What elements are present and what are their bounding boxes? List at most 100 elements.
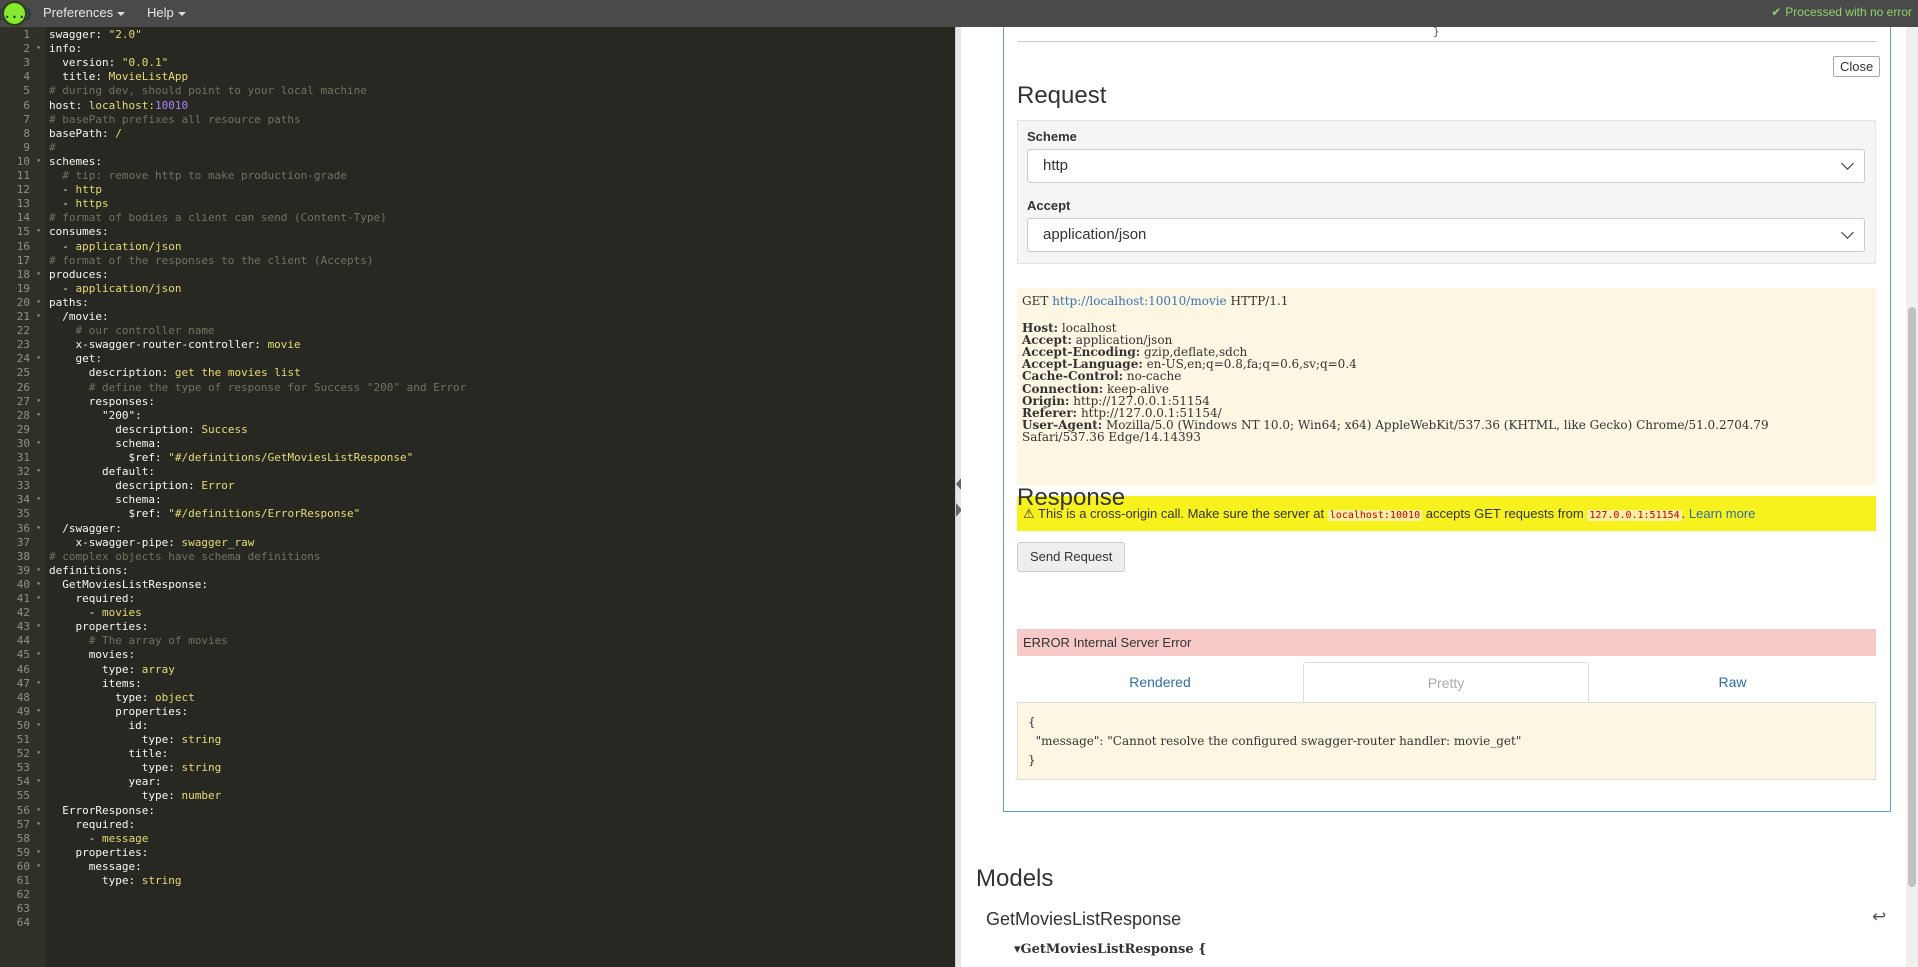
- code-line[interactable]: #: [49, 141, 56, 155]
- tab-raw[interactable]: Raw: [1589, 662, 1876, 702]
- code-line[interactable]: "200":: [49, 409, 142, 423]
- code-line[interactable]: title:: [49, 747, 168, 761]
- fold-arrow-icon[interactable]: ▾: [36, 43, 41, 52]
- fold-arrow-icon[interactable]: ▾: [36, 579, 41, 588]
- code-line[interactable]: type: object: [49, 691, 195, 705]
- code-line[interactable]: swagger: "2.0": [49, 28, 142, 42]
- model-name[interactable]: GetMoviesListResponse: [986, 909, 1181, 930]
- fold-arrow-icon[interactable]: ▾: [36, 706, 41, 715]
- code-line[interactable]: # during dev, should point to your local…: [49, 84, 367, 98]
- code-line[interactable]: # basePath prefixes all resource paths: [49, 113, 301, 127]
- code-line[interactable]: /swagger:: [49, 522, 122, 536]
- fold-arrow-icon[interactable]: ▾: [36, 621, 41, 630]
- code-line[interactable]: $ref: "#/definitions/ErrorResponse": [49, 507, 360, 521]
- code-line[interactable]: get:: [49, 352, 103, 366]
- code-line[interactable]: schema:: [49, 493, 161, 507]
- code-line[interactable]: version: "0.0.1": [49, 56, 168, 70]
- code-line[interactable]: definitions:: [49, 564, 128, 578]
- code-line[interactable]: title: MovieListApp: [49, 70, 188, 84]
- fold-arrow-icon[interactable]: ▾: [36, 523, 41, 532]
- code-line[interactable]: # The array of movies: [49, 634, 228, 648]
- fold-arrow-icon[interactable]: ▾: [36, 353, 41, 362]
- fold-arrow-icon[interactable]: ▾: [36, 678, 41, 687]
- code-line[interactable]: type: string: [49, 761, 222, 775]
- fold-arrow-icon[interactable]: ▾: [36, 466, 41, 475]
- code-line[interactable]: produces:: [49, 268, 109, 282]
- code-line[interactable]: type: array: [49, 663, 175, 677]
- tab-rendered[interactable]: Rendered: [1017, 662, 1303, 702]
- code-line[interactable]: # define the type of response for Succes…: [49, 381, 467, 395]
- learn-more-link[interactable]: Learn more: [1689, 506, 1755, 521]
- accept-select[interactable]: application/json: [1027, 218, 1865, 252]
- swagger-logo[interactable]: {...}: [0, 1, 33, 26]
- code-line[interactable]: schema:: [49, 437, 161, 451]
- code-line[interactable]: items:: [49, 677, 142, 691]
- fold-arrow-icon[interactable]: ▾: [36, 226, 41, 235]
- preview-scrollbar[interactable]: [1906, 27, 1918, 967]
- code-line[interactable]: # complex objects have schema definition…: [49, 550, 321, 564]
- code-line[interactable]: description: Success: [49, 423, 247, 437]
- code-line[interactable]: type: string: [49, 874, 182, 888]
- close-button[interactable]: Close: [1833, 56, 1881, 77]
- code-line[interactable]: responses:: [49, 395, 155, 409]
- code-line[interactable]: $ref: "#/definitions/GetMoviesListRespon…: [49, 451, 413, 465]
- fold-arrow-icon[interactable]: ▾: [36, 156, 41, 165]
- tab-pretty[interactable]: Pretty: [1303, 662, 1589, 702]
- code-line[interactable]: id:: [49, 719, 148, 733]
- code-line[interactable]: type: number: [49, 789, 222, 803]
- fold-arrow-icon[interactable]: ▾: [36, 861, 41, 870]
- fold-arrow-icon[interactable]: ▾: [36, 396, 41, 405]
- fold-arrow-icon[interactable]: ▾: [36, 297, 41, 306]
- code-line[interactable]: properties:: [49, 846, 149, 860]
- code-line[interactable]: required:: [49, 818, 136, 832]
- code-line[interactable]: - message: [49, 832, 149, 846]
- reply-arrow-icon[interactable]: ↩: [1872, 907, 1886, 927]
- code-line[interactable]: description: get the movies list: [49, 366, 301, 380]
- code-line[interactable]: host: localhost:10010: [49, 99, 188, 113]
- code-line[interactable]: properties:: [49, 620, 149, 634]
- code-line[interactable]: - https: [49, 197, 108, 211]
- preferences-menu[interactable]: Preferences: [43, 5, 126, 20]
- fold-arrow-icon[interactable]: ▾: [36, 748, 41, 757]
- fold-arrow-icon[interactable]: ▾: [36, 269, 41, 278]
- fold-arrow-icon[interactable]: ▾: [36, 311, 41, 320]
- code-line[interactable]: # format of bodies a client can send (Co…: [49, 211, 387, 225]
- scheme-select[interactable]: http: [1027, 149, 1865, 183]
- code-line[interactable]: default:: [49, 465, 155, 479]
- code-line[interactable]: year:: [49, 775, 161, 789]
- code-line[interactable]: x-swagger-router-controller: movie: [49, 338, 301, 352]
- model-schema[interactable]: ▾GetMoviesListResponse {: [1014, 942, 1207, 957]
- yaml-editor[interactable]: 1 2 ▾ 3 4 5 6 7 8 9 10 ▾ 11 12 13 14 15 ▾ 16 17 18 ▾ 19 20 ▾ 21 ▾ 2…: [0, 27, 955, 967]
- fold-arrow-icon[interactable]: ▾: [36, 438, 41, 447]
- code-line[interactable]: x-swagger-pipe: swagger_raw: [49, 536, 255, 550]
- code-line[interactable]: properties:: [49, 705, 188, 719]
- fold-arrow-icon[interactable]: ▾: [36, 847, 41, 856]
- code-line[interactable]: type: string: [49, 733, 222, 747]
- code-line[interactable]: movies:: [49, 648, 135, 662]
- code-line[interactable]: /movie:: [49, 310, 108, 324]
- code-line[interactable]: # format of the responses to the client …: [49, 254, 374, 268]
- fold-arrow-icon[interactable]: ▾: [36, 649, 41, 658]
- code-line[interactable]: - application/json: [49, 240, 181, 254]
- scrollbar-thumb[interactable]: [1908, 307, 1916, 887]
- fold-arrow-icon[interactable]: ▾: [36, 776, 41, 785]
- code-line[interactable]: schemes:: [49, 155, 102, 169]
- fold-arrow-icon[interactable]: ▾: [36, 410, 41, 419]
- code-line[interactable]: ErrorResponse:: [49, 804, 155, 818]
- send-request-button[interactable]: Send Request: [1017, 542, 1126, 572]
- help-menu[interactable]: Help: [147, 5, 186, 20]
- fold-arrow-icon[interactable]: ▾: [36, 593, 41, 602]
- code-line[interactable]: paths:: [49, 296, 89, 310]
- code-line[interactable]: # tip: remove http to make production-gr…: [49, 169, 347, 183]
- request-url[interactable]: http://localhost:10010/movie: [1052, 294, 1226, 308]
- code-line[interactable]: info:: [49, 42, 82, 56]
- code-line[interactable]: GetMoviesListResponse:: [49, 578, 208, 592]
- code-line[interactable]: basePath: /: [49, 127, 122, 141]
- fold-arrow-icon[interactable]: ▾: [36, 565, 41, 574]
- code-line[interactable]: description: Error: [49, 479, 234, 493]
- code-line[interactable]: # our controller name: [49, 324, 214, 338]
- code-line[interactable]: - http: [49, 183, 102, 197]
- code-line[interactable]: - movies: [49, 606, 142, 620]
- fold-arrow-icon[interactable]: ▾: [36, 819, 41, 828]
- code-line[interactable]: required:: [49, 592, 136, 606]
